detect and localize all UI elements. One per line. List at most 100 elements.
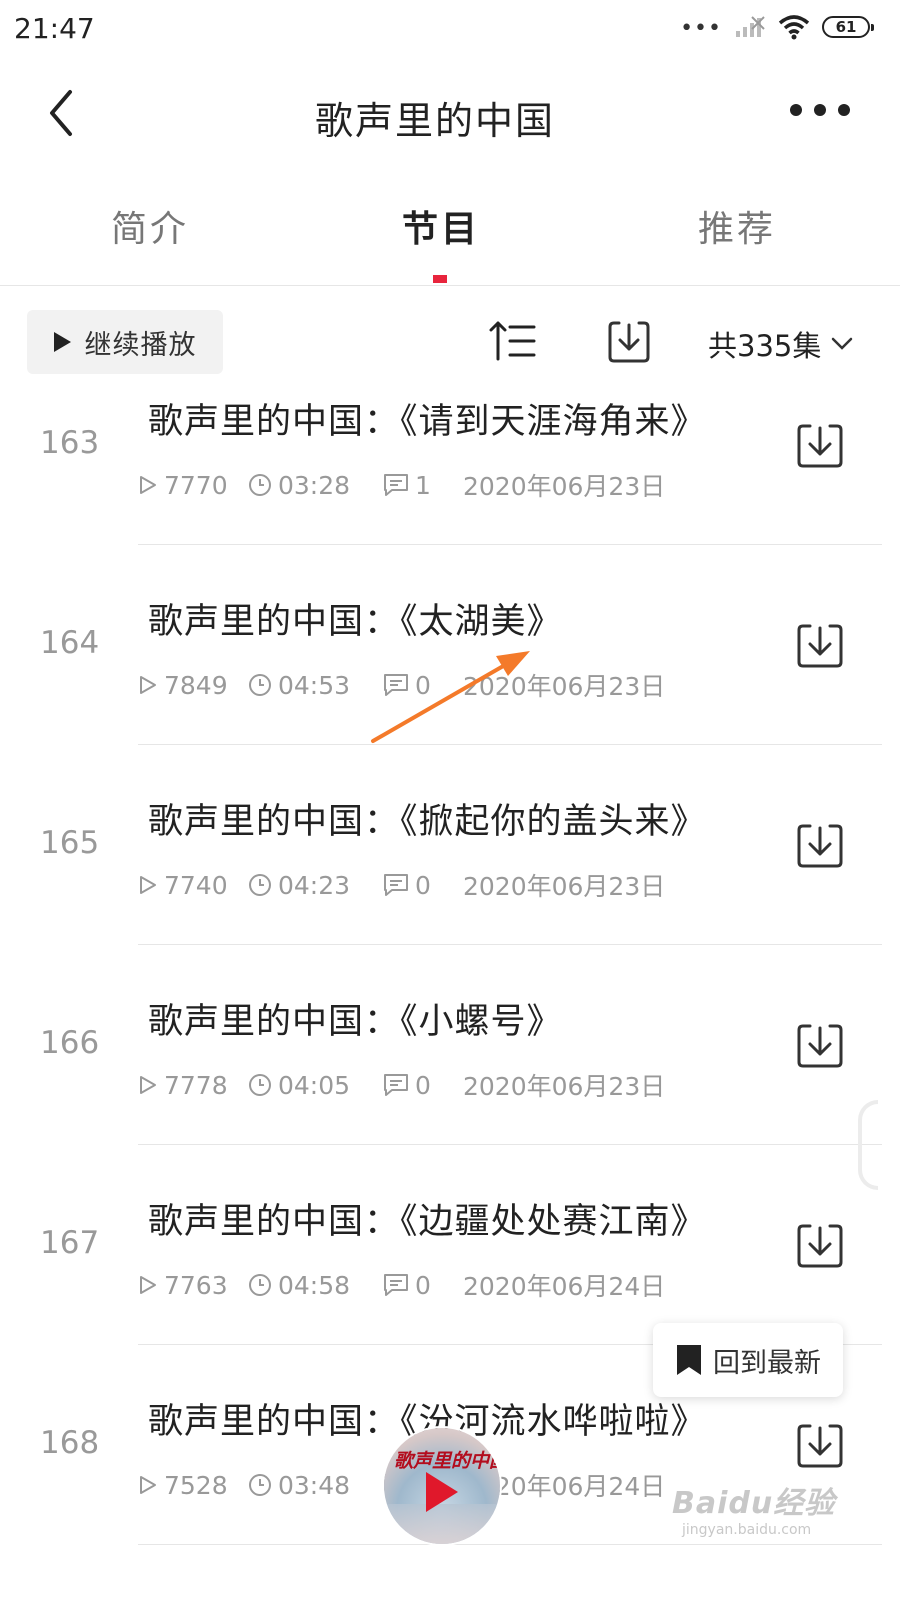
episode-list: 163 歌声里的中国：《请到天涯海角来》 7770 03:28 1 2020年0…	[0, 345, 900, 1600]
duration: 03:28	[248, 471, 383, 500]
play-count: 7770	[138, 471, 248, 500]
status-bar: 21:47 ••• 61	[0, 0, 900, 60]
comment-count: 0	[383, 1271, 463, 1300]
duration-value: 04:53	[278, 670, 351, 700]
play-count-icon	[140, 1076, 156, 1094]
tab-intro[interactable]: 简介	[111, 200, 189, 252]
duration: 03:48	[248, 1471, 383, 1500]
episode-download-button[interactable]	[795, 1221, 845, 1271]
episode-row[interactable]: 163 歌声里的中国：《请到天涯海角来》 7770 03:28 1 2020年0…	[0, 345, 900, 545]
comment-icon	[384, 474, 408, 496]
play-count-value: 7763	[164, 1270, 228, 1300]
episode-download-button[interactable]	[795, 821, 845, 871]
more-options-button[interactable]	[790, 100, 850, 120]
publish-date: 2020年06月23日	[463, 1072, 666, 1101]
play-count: 7778	[138, 1071, 248, 1100]
watermark-logo: Baidu经验	[672, 1486, 836, 1521]
comment-icon	[384, 874, 408, 896]
cell-signal-icon	[736, 16, 765, 37]
clock-icon	[249, 474, 271, 496]
episode-meta: 7849 04:53 0 2020年06月23日	[138, 667, 665, 703]
episode-index: 164	[40, 625, 100, 661]
duration-value: 03:28	[278, 470, 351, 500]
download-icon	[797, 824, 843, 868]
back-to-latest-label: 回到最新	[713, 1347, 821, 1379]
play-count-value: 7849	[164, 670, 228, 700]
episode-row[interactable]: 166 歌声里的中国：《小螺号》 7778 04:05 0 2020年06月23…	[0, 945, 900, 1145]
tab-recommend[interactable]: 推荐	[698, 200, 776, 252]
active-tab-indicator	[433, 275, 447, 283]
comment-count-value: 0	[415, 670, 431, 700]
play-count-value: 7740	[164, 870, 228, 900]
back-to-latest-button[interactable]: 回到最新	[653, 1323, 843, 1397]
episode-title: 歌声里的中国：《太湖美》	[148, 602, 563, 642]
duration: 04:58	[248, 1271, 383, 1300]
dot	[790, 104, 802, 116]
duration-value: 03:48	[278, 1470, 351, 1500]
episode-index: 168	[40, 1425, 100, 1461]
dot	[814, 104, 826, 116]
episode-row[interactable]: 165 歌声里的中国：《掀起你的盖头来》 7740 04:23 0 2020年0…	[0, 745, 900, 945]
play-count: 7528	[138, 1471, 248, 1500]
download-icon	[797, 1024, 843, 1068]
episode-index: 165	[40, 825, 100, 861]
episode-meta: 7763 04:58 0 2020年06月24日	[138, 1267, 665, 1303]
episode-meta: 7740 04:23 0 2020年06月23日	[138, 867, 665, 903]
episode-row[interactable]: 167 歌声里的中国：《边疆处处赛江南》 7763 04:58 0 2020年0…	[0, 1145, 900, 1345]
mini-player[interactable]: 歌声里的中国	[384, 1428, 500, 1544]
fast-scroll-handle[interactable]	[858, 1100, 878, 1190]
watermark: Baidu经验 jingyan.baidu.com	[672, 1478, 835, 1538]
episode-title: 歌声里的中国：《掀起你的盖头来》	[148, 802, 707, 842]
duration: 04:05	[248, 1071, 383, 1100]
clock-icon	[249, 874, 271, 896]
wifi-icon	[778, 15, 810, 40]
comment-count: 1	[383, 471, 463, 500]
episode-download-button[interactable]	[795, 1421, 845, 1471]
battery-icon: 61	[822, 16, 874, 38]
play-count: 7849	[138, 671, 248, 700]
play-icon	[426, 1472, 458, 1512]
play-count-icon	[140, 1276, 156, 1294]
watermark-url: jingyan.baidu.com	[682, 1522, 812, 1538]
publish-date: 2020年06月24日	[463, 1272, 666, 1301]
comment-count-value: 0	[415, 870, 431, 900]
comment-icon	[384, 674, 408, 696]
clock-icon	[249, 1074, 271, 1096]
duration-value: 04:05	[278, 1070, 351, 1100]
episode-download-button[interactable]	[795, 621, 845, 671]
episode-meta: 7770 03:28 1 2020年06月23日	[138, 467, 665, 503]
episode-download-button[interactable]	[795, 1021, 845, 1071]
episode-download-button[interactable]	[795, 421, 845, 471]
duration-value: 04:58	[278, 1270, 351, 1300]
tab-episodes[interactable]: 节目	[402, 200, 480, 252]
play-count: 7740	[138, 871, 248, 900]
status-icons: ••• 61	[680, 14, 874, 41]
clock-icon	[249, 1274, 271, 1296]
signal-dots-icon: •••	[680, 16, 722, 41]
download-icon	[797, 624, 843, 668]
duration-value: 04:23	[278, 870, 351, 900]
play-count: 7763	[138, 1271, 248, 1300]
episode-row[interactable]: 164 歌声里的中国：《太湖美》 7849 04:53 0 2020年06月23…	[0, 545, 900, 745]
comment-count: 0	[383, 1071, 463, 1100]
bookmark-icon	[677, 1345, 701, 1375]
row-divider	[138, 1544, 882, 1545]
cover-art-text: 歌声里的中国	[394, 1450, 500, 1472]
comment-count: 0	[383, 871, 463, 900]
tab-bar: 简介 节目 推荐	[0, 180, 900, 286]
duration: 04:53	[248, 671, 383, 700]
episode-index: 167	[40, 1225, 100, 1261]
comment-count-value: 1	[415, 470, 431, 500]
publish-date: 2020年06月23日	[463, 872, 666, 901]
clock-icon	[249, 1474, 271, 1496]
publish-date: 2020年06月23日	[463, 672, 666, 701]
download-icon	[797, 1224, 843, 1268]
comment-icon	[384, 1274, 408, 1296]
episode-title: 歌声里的中国：《小螺号》	[148, 1002, 563, 1042]
page-title: 歌声里的中国	[314, 99, 555, 143]
comment-count-value: 0	[415, 1070, 431, 1100]
clock-icon	[249, 674, 271, 696]
comment-count-value: 0	[415, 1270, 431, 1300]
battery-level: 61	[835, 18, 857, 36]
play-count-icon	[140, 1476, 156, 1494]
